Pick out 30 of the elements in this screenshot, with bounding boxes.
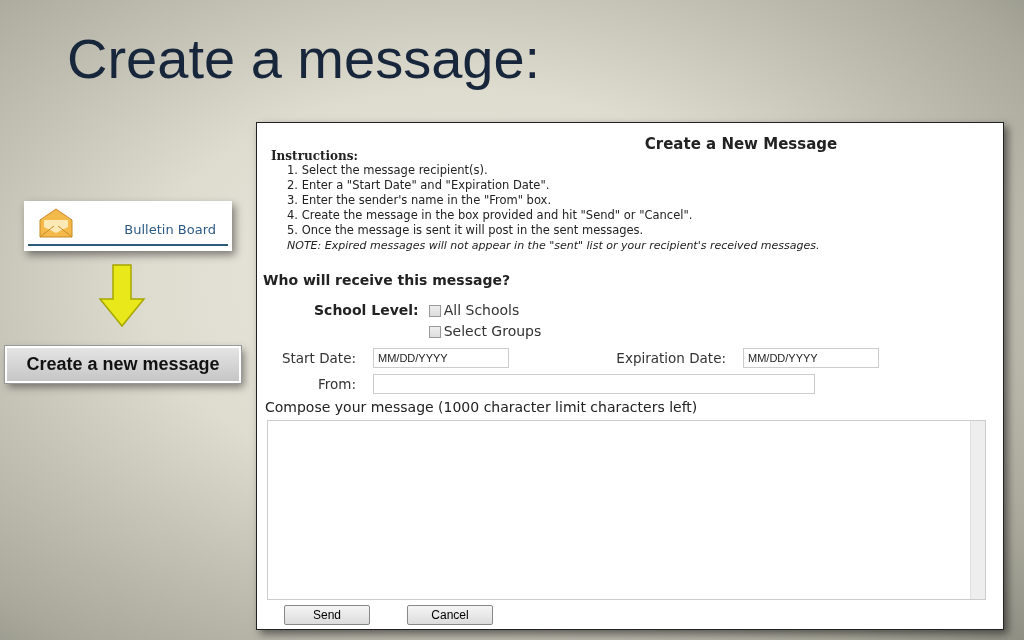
checkbox-option[interactable]: Select Groups (428, 321, 542, 342)
instruction-text: 1. Select the message recipient(s). (287, 163, 489, 178)
checkbox[interactable] (428, 325, 441, 338)
note-text: NOTE: Expired messages will not appear in the "sent" list or your recipient's received messages. (287, 238, 821, 253)
down-arrow-icon (97, 263, 147, 329)
instruction-text: 2. Enter a "Start Date" and "Expiration Date". (287, 178, 551, 193)
field-label: From: (317, 376, 356, 392)
bulletin-board-link[interactable]: Bulletin Board (24, 201, 232, 251)
checkbox-option[interactable]: All Schools (428, 300, 542, 321)
checkbox[interactable] (428, 304, 441, 317)
envelope-icon (38, 207, 74, 239)
field-label: Start Date: (280, 350, 356, 366)
form-button[interactable]: Send (284, 605, 370, 625)
form-button[interactable]: Cancel (407, 605, 493, 625)
instruction-text: 5. Once the message is sent it will post in the sent messages. (287, 223, 645, 238)
from-field[interactable] (373, 374, 815, 394)
slide-title: Create a message: (66, 26, 542, 92)
scrollbar[interactable] (970, 421, 985, 599)
section-heading: Who will receive this message? (263, 272, 512, 288)
instructions-heading: Instructions: (271, 150, 359, 163)
instruction-text: 3. Enter the sender's name in the "From" box. (287, 193, 553, 208)
compose-label: Compose your message (1000 character limit characters left) (265, 398, 699, 416)
message-textarea[interactable] (267, 420, 986, 600)
bulletin-board-label: Bulletin Board (124, 222, 216, 237)
field-label: School Level: (314, 301, 419, 320)
date-field[interactable]: MM/DD/YYYY (743, 348, 879, 368)
instruction-text: 4. Create the message in the box provided and hit "Send" or "Cancel". (287, 208, 694, 223)
field-label: Expiration Date: (615, 350, 726, 366)
date-field[interactable]: MM/DD/YYYY (373, 348, 509, 368)
create-message-button[interactable]: Create a new message (5, 346, 241, 383)
